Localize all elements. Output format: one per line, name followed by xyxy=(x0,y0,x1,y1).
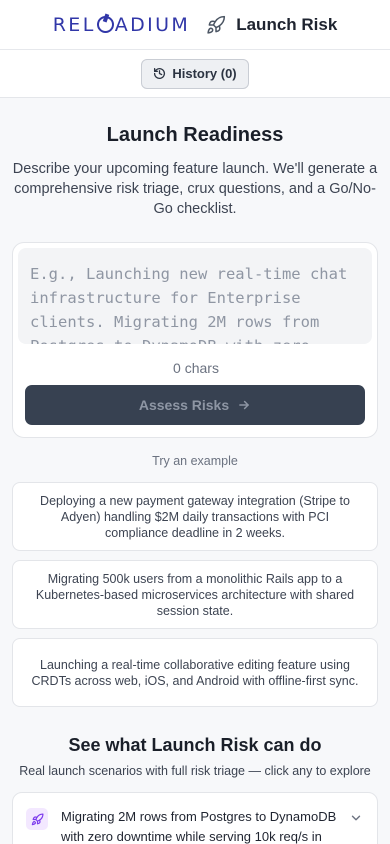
app-header: REL ADIUM Launch Risk xyxy=(0,0,390,50)
example-card[interactable]: Deploying a new payment gateway integrat… xyxy=(12,482,378,551)
example-text: Deploying a new payment gateway integrat… xyxy=(40,493,350,540)
example-card[interactable]: Migrating 500k users from a monolithic R… xyxy=(12,560,378,629)
product-name: Launch Risk xyxy=(236,14,338,34)
page-title: Launch Readiness xyxy=(106,124,284,146)
rocket-icon xyxy=(207,15,226,34)
logo-text-end: ADIUM xyxy=(114,13,191,36)
example-text: Launching a real-time collaborative edit… xyxy=(31,657,359,688)
history-label: History (0) xyxy=(172,66,237,81)
showcase-subtitle: Real launch scenarios with full risk tri… xyxy=(19,764,371,778)
try-example-label: Try an example xyxy=(152,454,238,468)
history-icon xyxy=(154,67,166,79)
scenario-text: Migrating 2M rows from Postgres to Dynam… xyxy=(61,809,337,844)
rocket-icon xyxy=(31,812,44,825)
history-bar: History (0) xyxy=(0,50,390,98)
assess-risks-label: Assess Risks xyxy=(138,397,230,413)
reloadium-logo[interactable]: REL ADIUM xyxy=(53,14,191,36)
page-subtitle: Describe your upcoming feature launch. W… xyxy=(12,161,378,217)
arrow-right-icon xyxy=(239,400,249,410)
launch-description-input[interactable]: E.g., Launching new real-time chat infra… xyxy=(18,248,372,344)
launch-description-placeholder: E.g., Launching new real-time chat infra… xyxy=(30,265,348,344)
example-card[interactable]: Launching a real-time collaborative edit… xyxy=(12,638,378,707)
scenario-card[interactable]: Migrating 2M rows from Postgres to Dynam… xyxy=(12,792,378,844)
example-text: Migrating 500k users from a monolithic R… xyxy=(35,571,355,618)
scenario-icon-badge xyxy=(26,808,48,830)
assess-risks-button[interactable]: Assess Risks xyxy=(25,385,365,425)
logo-power-o-icon xyxy=(96,16,114,33)
chevron-down-icon[interactable] xyxy=(349,811,363,825)
logo-text-start: REL xyxy=(52,13,96,36)
showcase-title: See what Launch Risk can do xyxy=(68,735,322,755)
char-count: 0 chars xyxy=(173,360,219,376)
history-button[interactable]: History (0) xyxy=(141,58,249,89)
launch-input-card: E.g., Launching new real-time chat infra… xyxy=(12,242,378,438)
